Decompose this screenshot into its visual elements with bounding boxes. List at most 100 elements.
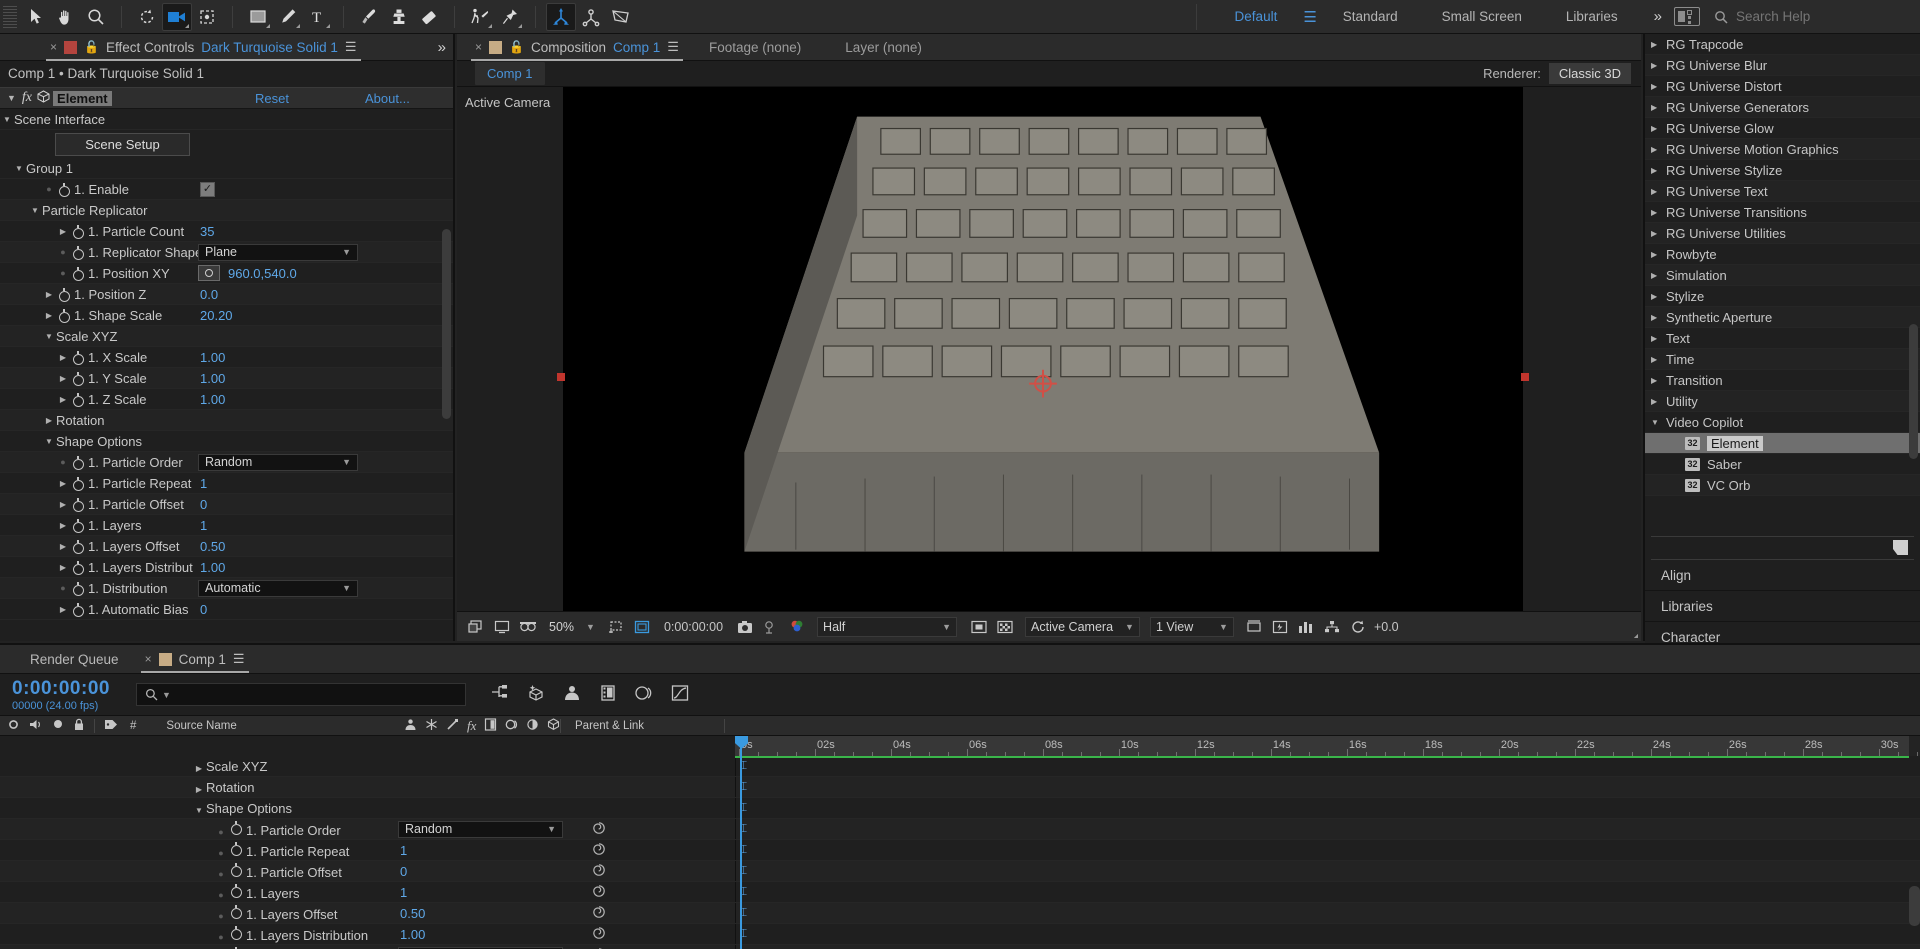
- effect-header-element[interactable]: ▼ fx Element Reset About...: [0, 87, 453, 109]
- property-value[interactable]: 20.20: [200, 308, 233, 323]
- stopwatch-icon[interactable]: [70, 224, 85, 239]
- effect-control-row[interactable]: ▼ Scale XYZ: [0, 326, 453, 347]
- snapshot-icon[interactable]: [735, 617, 755, 637]
- stopwatch-icon[interactable]: [70, 497, 85, 512]
- new-effect-icon[interactable]: [1893, 540, 1908, 555]
- effect-category-row[interactable]: ▶ RG Universe Stylize: [1645, 160, 1920, 181]
- timeline-property-row[interactable]: ▶ Scale XYZ ⌶: [0, 756, 1920, 777]
- roto-brush-tool[interactable]: [465, 3, 495, 31]
- type-tool-expand-corner[interactable]: [326, 23, 330, 28]
- stopwatch-icon[interactable]: [228, 904, 243, 919]
- keyframe-navigator-icon[interactable]: [592, 926, 606, 943]
- motion-blur-switch-icon[interactable]: [505, 718, 518, 734]
- stopwatch-icon[interactable]: [70, 602, 85, 617]
- stopwatch-icon[interactable]: [70, 560, 85, 575]
- stopwatch-icon[interactable]: [70, 266, 85, 281]
- stopwatch-icon[interactable]: [56, 308, 71, 323]
- effect-control-row[interactable]: ▶ 1. Z Scale 1.00: [0, 389, 453, 410]
- timeline-timecode-block[interactable]: 0:00:00:00 00000 (24.00 fps): [0, 678, 110, 712]
- close-icon[interactable]: ×: [145, 652, 152, 666]
- chevron-right-icon[interactable]: ▶: [1651, 40, 1666, 49]
- chevron-right-icon[interactable]: ▶: [1651, 124, 1666, 133]
- graph-editor-icon[interactable]: [670, 684, 690, 705]
- timeline-property-row[interactable]: ▶ Rotation ⌶: [0, 777, 1920, 798]
- pen-tool-expand-corner[interactable]: [296, 23, 300, 28]
- lock-icon[interactable]: 🔓: [84, 40, 99, 54]
- chevron-right-icon[interactable]: ▶: [192, 785, 206, 794]
- 3d-layer-switch-icon[interactable]: [547, 717, 560, 734]
- camera-tool[interactable]: [162, 2, 192, 31]
- timeline-property-row[interactable]: ● 1. Particle Order Random ▼ ⌶: [0, 819, 1920, 840]
- search-help-box[interactable]: [1714, 9, 1920, 24]
- timeline-row-track[interactable]: ⌶: [735, 756, 1920, 776]
- timeline-row-track[interactable]: ⌶: [735, 840, 1920, 860]
- property-value[interactable]: 1.00: [400, 927, 425, 942]
- effect-control-row[interactable]: ▶ 1. Automatic Bias 0: [0, 599, 453, 620]
- timeline-row-track[interactable]: ⌶: [735, 861, 1920, 881]
- column-parent-link[interactable]: Parent & Link: [575, 720, 644, 732]
- stopwatch-icon[interactable]: [70, 455, 85, 470]
- chevron-right-icon[interactable]: ▶: [1651, 145, 1666, 154]
- adjustment-layer-switch-icon[interactable]: [526, 718, 539, 734]
- timeline-search-input[interactable]: [174, 687, 445, 702]
- chevron-right-icon[interactable]: ▶: [56, 395, 70, 404]
- workspace-layout-icon[interactable]: [1674, 7, 1700, 26]
- timeline-row-track[interactable]: ⌶: [735, 819, 1920, 839]
- effect-category-row[interactable]: ▶ Synthetic Aperture: [1645, 307, 1920, 328]
- selection-tool[interactable]: [21, 3, 51, 31]
- puppet-pin-tool[interactable]: [495, 3, 525, 31]
- timeline-timecode[interactable]: 0:00:00:00: [12, 678, 110, 700]
- keyframe-navigator-icon[interactable]: [592, 842, 606, 859]
- transparency-grid-icon[interactable]: [969, 617, 989, 637]
- effect-category-row[interactable]: ▶ RG Universe Utilities: [1645, 223, 1920, 244]
- effect-category-row[interactable]: ▶ RG Universe Text: [1645, 181, 1920, 202]
- timeline-search-box[interactable]: ▼: [135, 683, 466, 706]
- property-value[interactable]: 1: [200, 518, 207, 533]
- timeline-property-row[interactable]: ● 1. Particle Repeat 1 ⌶: [0, 840, 1920, 861]
- camera-view-select[interactable]: Active Camera ▼: [1025, 616, 1140, 637]
- workspace-menu-icon[interactable]: ☰: [1299, 8, 1320, 26]
- audio-toggle-icon[interactable]: [29, 718, 43, 734]
- effect-control-row[interactable]: ● 1. Particle Order Random ▼: [0, 452, 453, 473]
- video-toggle-icon[interactable]: [7, 718, 20, 734]
- composition-viewer[interactable]: Active Camera: [457, 87, 1641, 611]
- zoom-level-select[interactable]: 50% ▼: [544, 620, 600, 634]
- property-value[interactable]: 1.00: [200, 371, 225, 386]
- property-value[interactable]: 0: [200, 602, 207, 617]
- timeline-property-row[interactable]: ▼ Shape Options ⌶: [0, 798, 1920, 819]
- playhead[interactable]: [740, 736, 742, 949]
- chevron-right-icon[interactable]: ▶: [42, 311, 56, 320]
- effects-list[interactable]: ▶ RG Trapcode ▶ RG Universe Blur ▶ RG Univers…: [1645, 34, 1920, 534]
- workspace-small-screen[interactable]: Small Screen: [1420, 0, 1544, 34]
- type-tool[interactable]: T: [303, 3, 333, 31]
- hide-shy-layers-icon[interactable]: [562, 684, 582, 705]
- effect-category-row[interactable]: ▶ RG Universe Transitions: [1645, 202, 1920, 223]
- timeline-property-row[interactable]: ● 1. Layers Offset 0.50 ⌶: [0, 903, 1920, 924]
- property-value[interactable]: 0.50: [200, 539, 225, 554]
- effect-list-item[interactable]: 32 Element: [1645, 433, 1920, 454]
- timeline-property-row[interactable]: ● 1. Particle Offset 0 ⌶: [0, 861, 1920, 882]
- property-value[interactable]: 1.00: [200, 392, 225, 407]
- chevron-right-icon[interactable]: ▶: [42, 290, 56, 299]
- eraser-tool[interactable]: [414, 3, 444, 31]
- label-column-icon[interactable]: [104, 718, 118, 734]
- chevron-right-icon[interactable]: ▶: [42, 416, 56, 425]
- timeline-row-track[interactable]: ⌶: [735, 903, 1920, 923]
- chevron-right-icon[interactable]: ▶: [1651, 187, 1666, 196]
- toggle-mask-icon[interactable]: [995, 617, 1015, 637]
- channels-icon[interactable]: [787, 617, 1638, 638]
- property-dropdown[interactable]: Random ▼: [198, 453, 358, 471]
- effect-list-item[interactable]: 32 Saber: [1645, 454, 1920, 475]
- stopwatch-icon[interactable]: [228, 862, 243, 877]
- property-checkbox[interactable]: ✓: [200, 181, 215, 197]
- property-value[interactable]: 1: [400, 843, 407, 858]
- chevron-right-icon[interactable]: ▶: [1651, 397, 1666, 406]
- chevron-right-icon[interactable]: ▶: [1651, 292, 1666, 301]
- property-dropdown[interactable]: Automatic ▼: [198, 579, 358, 597]
- exposure-value[interactable]: +0.0: [1374, 620, 1399, 634]
- chevron-down-icon[interactable]: ▼: [192, 806, 206, 815]
- enable-motion-blur-icon[interactable]: [634, 684, 654, 705]
- effect-control-row[interactable]: ● 1. Position XY 960.0,540.0: [0, 263, 453, 284]
- pixel-aspect-icon[interactable]: [1244, 617, 1264, 637]
- track-tool[interactable]: [606, 3, 636, 31]
